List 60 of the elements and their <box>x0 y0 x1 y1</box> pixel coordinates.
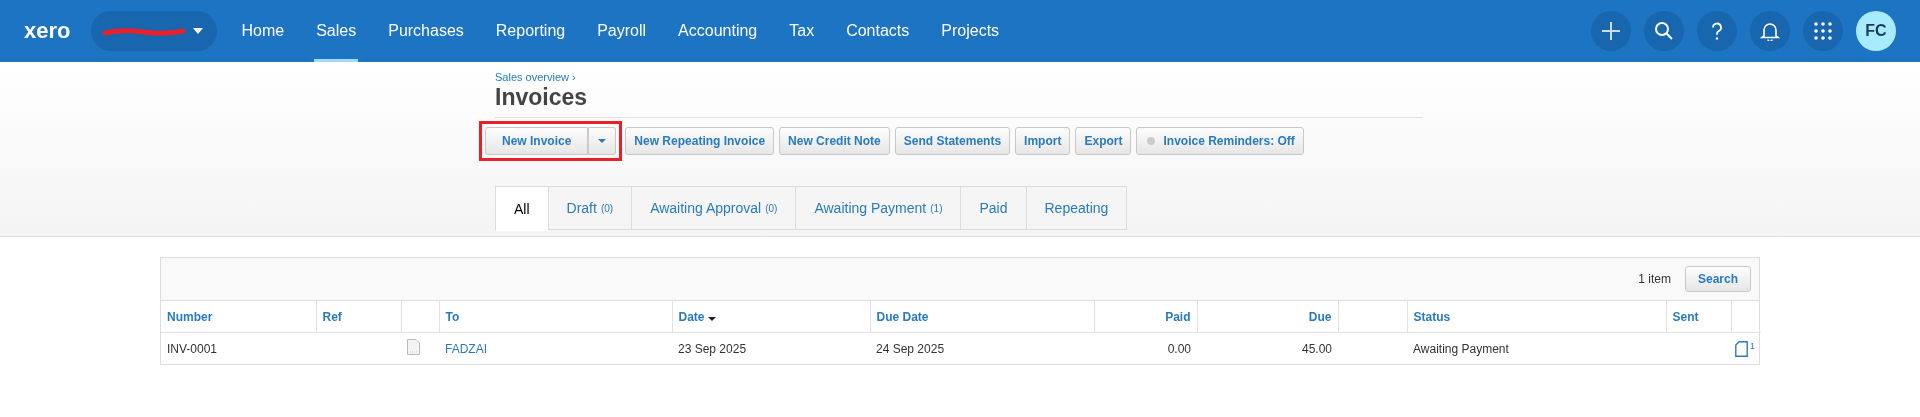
reminders-button[interactable]: Invoice Reminders: Off <box>1136 127 1304 155</box>
bell-icon <box>1760 21 1780 41</box>
filter-tab[interactable]: Awaiting Approval (0) <box>632 186 797 230</box>
nav-tab[interactable]: Purchases <box>372 0 480 62</box>
sort-caret-icon <box>707 316 716 321</box>
action-button[interactable]: New Repeating Invoice <box>625 127 775 155</box>
nav-tab[interactable]: Payroll <box>581 0 663 62</box>
organisation-switcher[interactable] <box>91 11 218 51</box>
filter-tab[interactable]: All <box>495 186 549 231</box>
action-button[interactable]: Send Statements <box>894 127 1011 155</box>
column-header[interactable]: Due Date <box>876 309 929 324</box>
filter-tab[interactable]: Repeating <box>1026 186 1128 230</box>
nav-tab[interactable]: Home <box>225 0 301 62</box>
table-cell: INV-0001 <box>167 341 218 356</box>
bell-button[interactable] <box>1750 11 1790 51</box>
table-cell: Awaiting Payment <box>1413 341 1509 356</box>
action-button[interactable]: Import <box>1015 127 1071 155</box>
new-invoice-button[interactable]: New Invoice <box>485 127 589 155</box>
search-button[interactable]: Search <box>1684 266 1751 292</box>
document-icon <box>1735 340 1748 357</box>
action-button[interactable]: Export <box>1075 127 1132 155</box>
table-cell: 0.00 <box>1167 341 1191 356</box>
table-cell: 24 Sep 2025 <box>876 341 945 356</box>
breadcrumb-link[interactable]: Sales overview › <box>495 71 1423 83</box>
caret-icon <box>598 139 607 143</box>
add-button[interactable] <box>1591 11 1631 51</box>
filter-tab[interactable]: Draft (0) <box>548 186 633 230</box>
action-button[interactable]: New Credit Note <box>779 127 890 155</box>
nav-tab[interactable]: Tax <box>773 0 831 62</box>
page-title: Invoices <box>495 84 1423 118</box>
column-header[interactable]: Ref <box>322 309 342 324</box>
search-icon <box>1654 21 1674 41</box>
column-header[interactable]: To <box>445 309 460 324</box>
nav-tab[interactable]: Projects <box>925 0 1016 62</box>
nav-tab[interactable]: Reporting <box>479 0 582 62</box>
add-icon <box>1601 21 1621 41</box>
column-header[interactable]: Sent <box>1672 309 1699 324</box>
contact-link[interactable]: FADZAI <box>445 341 487 356</box>
column-header[interactable]: Date <box>678 309 705 324</box>
filter-tab[interactable]: Paid <box>961 186 1027 230</box>
column-header[interactable]: Number <box>167 309 213 324</box>
app-grid-button[interactable] <box>1803 11 1843 51</box>
item-count: 1 item <box>1638 272 1671 286</box>
help-button[interactable] <box>1697 11 1737 51</box>
app-grid-icon <box>1813 21 1833 41</box>
column-header[interactable]: Due <box>1308 309 1332 324</box>
document-icon <box>407 339 420 355</box>
table-cell: 23 Sep 2025 <box>678 341 747 356</box>
nav-tab[interactable]: Accounting <box>662 0 774 62</box>
caret-icon <box>193 28 204 34</box>
column-header[interactable]: Status <box>1413 309 1451 324</box>
search-button[interactable] <box>1644 11 1684 51</box>
user-avatar[interactable]: FC <box>1856 11 1896 51</box>
sent-count: 1 <box>1750 340 1755 351</box>
filter-tab[interactable]: Awaiting Payment (1) <box>796 186 962 230</box>
column-header[interactable]: Paid <box>1165 309 1191 324</box>
table-cell: 45.00 <box>1301 341 1332 356</box>
logo[interactable]: xero <box>24 18 71 44</box>
nav-tab[interactable]: Contacts <box>830 0 926 62</box>
nav-tab[interactable]: Sales <box>300 0 373 62</box>
